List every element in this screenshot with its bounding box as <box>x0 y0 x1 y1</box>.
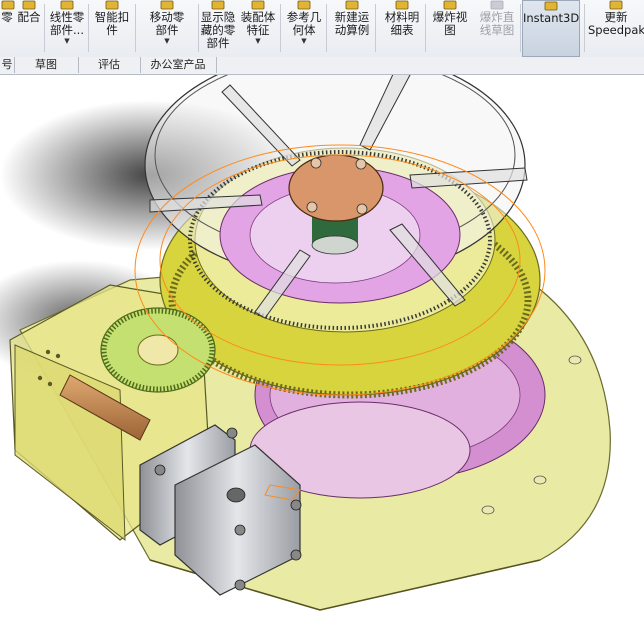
ribbon-button-9[interactable]: 材料明 细表 <box>378 0 426 57</box>
ribbon-button-label: 参考几 何体 <box>286 10 322 37</box>
ribbon-button-label: 新建运 动算例 <box>334 10 370 37</box>
ribbon-separator <box>88 4 89 52</box>
plate-bolt <box>481 505 495 515</box>
cap-bolt <box>306 201 318 213</box>
explode-line-icon <box>489 0 505 10</box>
cap-bolt <box>355 158 367 170</box>
ribbon-button-label: 材料明 细表 <box>384 10 420 37</box>
ribbon-button-label: 线性零 部件... <box>49 10 85 37</box>
ribbon-separator <box>135 4 136 52</box>
command-manager-ribbon: 零配合 线性零 部件... ▼ 智能扣 件移动零 部件 ▼ 显示隐 藏的零 部件 装配体 特… <box>0 0 644 58</box>
exploded-view-icon <box>442 0 458 10</box>
ribbon-separator <box>280 4 281 52</box>
motor-bolt <box>290 549 302 561</box>
ribbon-button-6[interactable]: 装配体 特征 ▼ <box>236 0 280 57</box>
command-manager-tabs: 号草图 评估 办公室产品 <box>0 57 644 75</box>
motor-bolt <box>234 524 246 536</box>
cap-bolt <box>356 203 368 215</box>
reference-geometry-icon <box>296 0 312 10</box>
ribbon-separator <box>326 4 327 52</box>
motor-bolt <box>154 464 166 476</box>
copper-cap <box>288 154 384 222</box>
ribbon-button-5[interactable]: 显示隐 藏的零 部件 <box>200 0 236 57</box>
graphics-viewport[interactable] <box>0 49 644 624</box>
ribbon-separator <box>520 4 521 52</box>
tab-2[interactable]: 评估 <box>78 57 141 73</box>
ribbon-button-11[interactable]: 爆炸直 线草图 <box>474 0 520 57</box>
motor-shaft-hole <box>226 487 246 503</box>
mate-icon <box>21 0 37 10</box>
housing-hole <box>47 381 53 387</box>
cap-bolt <box>310 157 322 169</box>
ribbon-button-label: 爆炸视 图 <box>432 10 468 37</box>
ribbon-button-12[interactable]: Instant3D <box>522 0 580 57</box>
assembly-model <box>0 49 611 611</box>
ribbon-button-label: 智能扣 件 <box>94 10 130 37</box>
drive-gear-hub <box>137 334 179 366</box>
ribbon-button-0[interactable]: 零 <box>0 0 15 57</box>
housing-hole <box>37 375 43 381</box>
housing-hole <box>45 349 51 355</box>
speedpak-icon <box>608 0 624 10</box>
ribbon-button-10[interactable]: 爆炸视 图 <box>428 0 472 57</box>
instant3d-icon <box>543 1 559 11</box>
smart-fastener-icon <box>104 0 120 10</box>
show-hidden-icon <box>210 0 226 10</box>
dropdown-arrow-icon[interactable]: ▼ <box>46 37 88 45</box>
plate-bolt <box>533 475 547 485</box>
assembly-feature-icon <box>250 0 266 10</box>
ribbon-button-7[interactable]: 参考几 何体 ▼ <box>282 0 326 57</box>
center-shaft-bottom <box>311 235 359 255</box>
ribbon-button-2[interactable]: 线性零 部件... ▼ <box>46 0 88 57</box>
motor-bolt <box>226 427 238 439</box>
dropdown-arrow-icon[interactable]: ▼ <box>282 37 326 45</box>
tab-1[interactable]: 草图 <box>14 57 79 73</box>
ribbon-button-label: 更新 Speedpak <box>588 10 644 37</box>
ribbon-button-3[interactable]: 智能扣 件 <box>90 0 134 57</box>
ribbon-button-8[interactable]: 新建运 动算例 <box>328 0 376 57</box>
ribbon-button-label: 零 <box>1 10 13 24</box>
move-component-icon <box>159 0 175 10</box>
motor-bolt <box>290 499 302 511</box>
housing-hole <box>55 353 61 359</box>
dropdown-arrow-icon[interactable]: ▼ <box>137 37 197 45</box>
ribbon-button-label: 移动零 部件 <box>149 10 185 37</box>
ribbon-separator <box>198 4 199 52</box>
tab-3[interactable]: 办公室产品 <box>140 57 217 73</box>
ribbon-separator <box>44 4 45 52</box>
ribbon-button-label: Instant3D <box>523 11 580 25</box>
plate-bolt <box>568 355 582 365</box>
ribbon-button-1[interactable]: 配合 <box>14 0 44 57</box>
ribbon-button-label: 装配体 特征 <box>240 10 276 37</box>
dropdown-arrow-icon[interactable]: ▼ <box>236 37 280 45</box>
tab-0[interactable]: 号 <box>0 57 15 73</box>
ribbon-button-13[interactable]: 更新 Speedpak <box>588 0 644 57</box>
linear-pattern-icon <box>59 0 75 10</box>
ribbon-button-label: 配合 <box>17 10 41 24</box>
ribbon-separator <box>584 4 585 52</box>
ribbon-button-label: 显示隐 藏的零 部件 <box>200 10 236 50</box>
bom-icon <box>394 0 410 10</box>
ribbon-button-label: 爆炸直 线草图 <box>479 10 515 37</box>
ribbon-button-4[interactable]: 移动零 部件 ▼ <box>137 0 197 57</box>
motion-study-icon <box>344 0 360 10</box>
motor-bolt <box>234 579 246 591</box>
